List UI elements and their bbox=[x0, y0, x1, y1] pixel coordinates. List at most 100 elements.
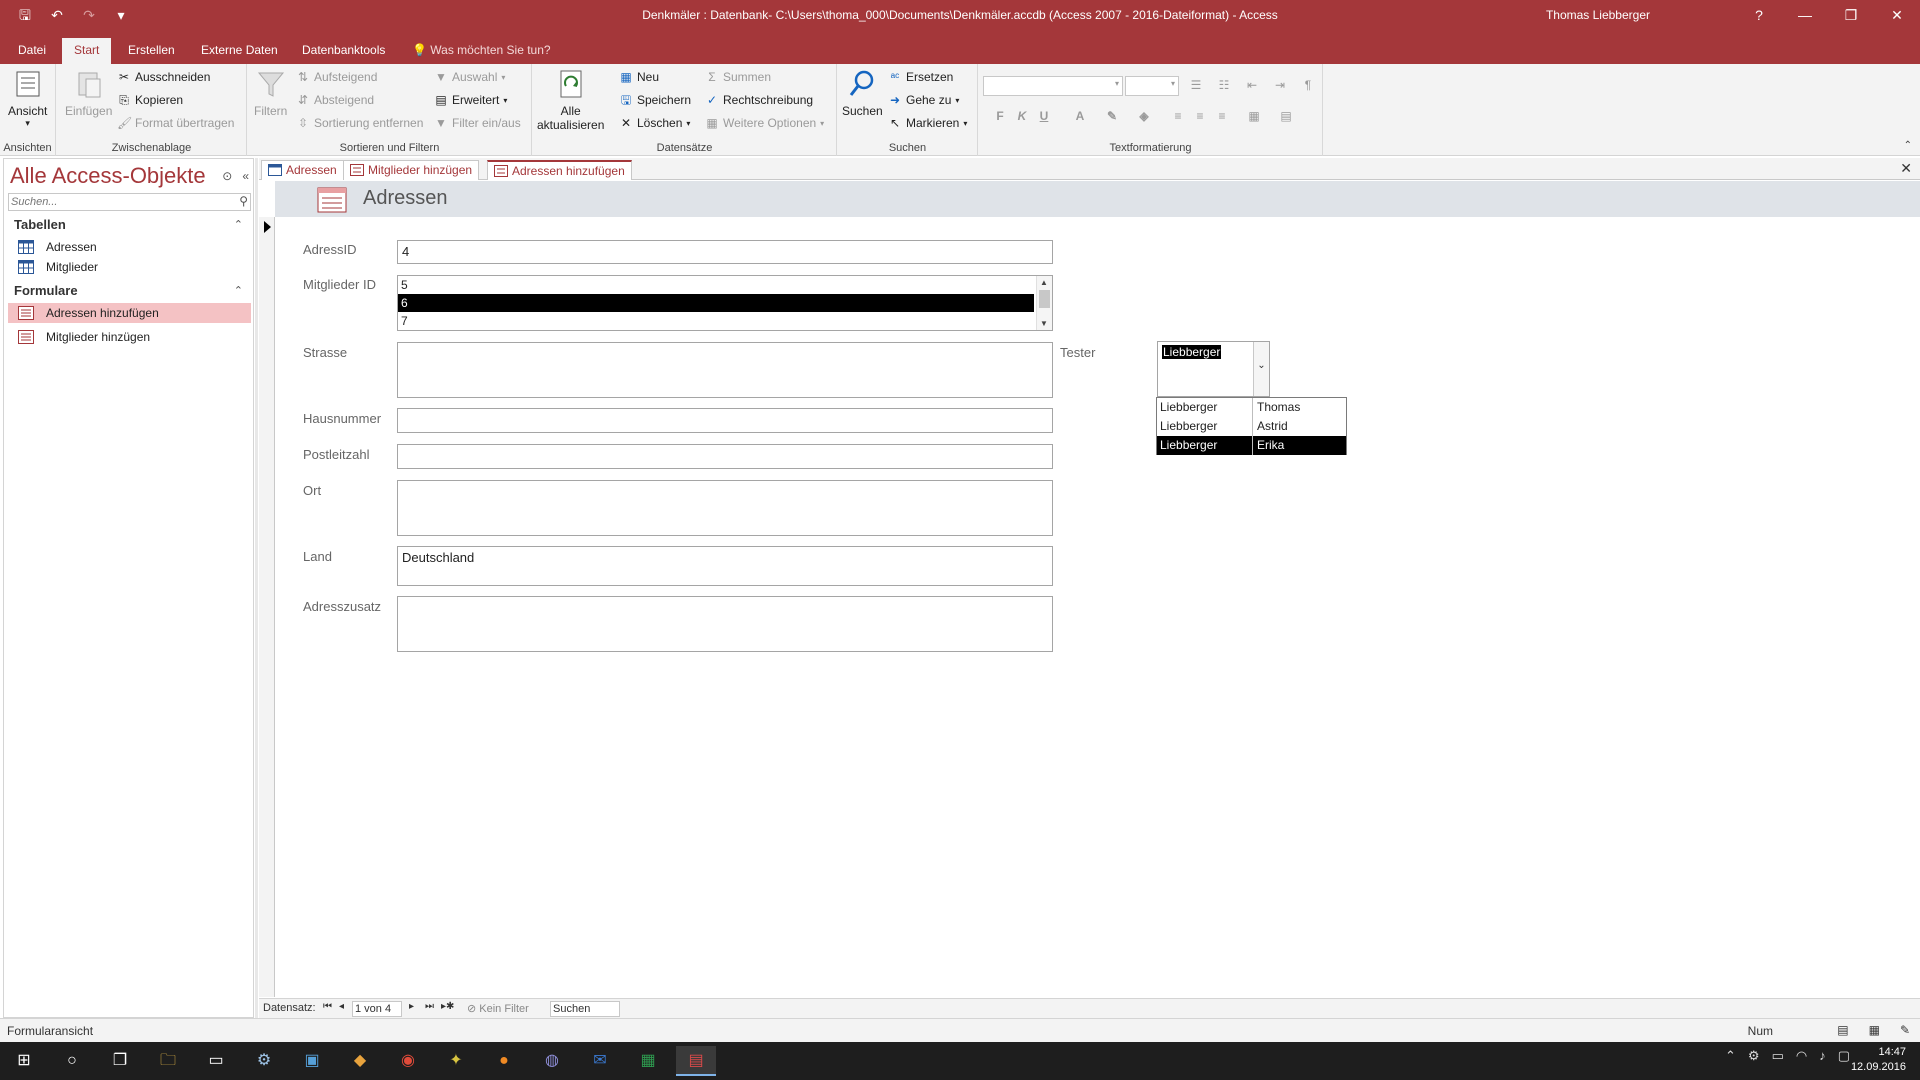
nav-group-formulare[interactable]: Formulare ⌃ bbox=[8, 281, 251, 301]
list-option[interactable]: 5 bbox=[398, 276, 1034, 294]
numbering-icon[interactable]: ☷ bbox=[1217, 78, 1231, 92]
tell-me-box[interactable]: 💡 Was möchten Sie tun? bbox=[412, 38, 551, 64]
highlight-icon[interactable]: ✎ bbox=[1105, 109, 1119, 123]
ort-field[interactable] bbox=[397, 480, 1053, 536]
selection-button[interactable]: ▼ Auswahl ▾ bbox=[434, 70, 505, 84]
tab-start[interactable]: Start bbox=[62, 38, 112, 64]
nav-collapse-icon[interactable]: « bbox=[242, 169, 249, 183]
access-icon[interactable]: ▤ bbox=[676, 1046, 716, 1076]
adresszusatz-field[interactable] bbox=[397, 596, 1053, 652]
bold-button[interactable]: F bbox=[993, 109, 1007, 123]
tab-datenbanktools[interactable]: Datenbanktools bbox=[290, 38, 397, 64]
adressid-field[interactable]: 4 bbox=[397, 240, 1053, 264]
scroll-down-icon[interactable]: ▼ bbox=[1040, 319, 1048, 328]
wifi-icon[interactable]: ◠ bbox=[1796, 1048, 1807, 1064]
scroll-up-icon[interactable]: ▲ bbox=[1040, 278, 1048, 287]
new-record-button[interactable]: ▦ Neu bbox=[619, 70, 659, 84]
previous-record-icon[interactable]: ◂ bbox=[339, 1001, 344, 1012]
mitglieder-id-listbox[interactable]: 5 6 7 ▲ ▼ bbox=[397, 275, 1053, 331]
scroll-thumb[interactable] bbox=[1039, 290, 1050, 308]
copy-button[interactable]: ⎘ Kopieren bbox=[117, 93, 183, 107]
cut-button[interactable]: ✂ Ausschneiden bbox=[117, 70, 210, 84]
listbox-scrollbar[interactable]: ▲ ▼ bbox=[1036, 276, 1052, 330]
tester-option[interactable]: Liebberger Thomas bbox=[1157, 398, 1346, 417]
remove-sort-button[interactable]: ⇳ Sortierung entfernen bbox=[296, 116, 423, 130]
postleitzahl-field[interactable] bbox=[397, 444, 1053, 469]
doc-tab-adressen[interactable]: Adressen bbox=[261, 160, 344, 180]
strasse-field[interactable] bbox=[397, 342, 1053, 398]
filter-button[interactable]: Filtern bbox=[254, 68, 287, 118]
nav-item-adressen-table[interactable]: Adressen bbox=[8, 237, 251, 257]
record-selector[interactable] bbox=[259, 217, 275, 997]
tab-externe-daten[interactable]: Externe Daten bbox=[189, 38, 290, 64]
nav-splitter[interactable] bbox=[255, 158, 258, 1018]
paste-button[interactable]: Einfügen bbox=[65, 68, 112, 118]
delete-record-button[interactable]: ✕ Löschen ▾ bbox=[619, 116, 690, 130]
paragraph-direction-icon[interactable]: ¶ bbox=[1301, 78, 1315, 92]
tray-expand-icon[interactable]: ⌃ bbox=[1725, 1048, 1736, 1064]
layout-view-icon[interactable]: ▦ bbox=[1869, 1023, 1880, 1037]
tester-value[interactable]: Liebberger bbox=[1162, 345, 1222, 359]
app-icon[interactable]: ▣ bbox=[292, 1046, 332, 1076]
alternate-row-color-icon[interactable]: ▦ bbox=[1247, 109, 1261, 123]
find-button[interactable]: Suchen bbox=[842, 68, 883, 118]
list-option-selected[interactable]: 6 bbox=[398, 294, 1034, 312]
tester-option[interactable]: Liebberger Astrid bbox=[1157, 417, 1346, 436]
tester-option-selected[interactable]: Liebberger Erika bbox=[1157, 436, 1346, 455]
totals-button[interactable]: Σ Summen bbox=[705, 70, 771, 84]
sort-ascending-button[interactable]: ⇅ Aufsteigend bbox=[296, 70, 377, 84]
toggle-filter-button[interactable]: ▼ Filter ein/aus bbox=[434, 116, 521, 130]
tab-erstellen[interactable]: Erstellen bbox=[116, 38, 187, 64]
format-painter-button[interactable]: 🖌 Format übertragen bbox=[117, 116, 234, 130]
app-icon[interactable]: ● bbox=[484, 1046, 524, 1076]
nav-menu-icon[interactable]: ⊙ bbox=[222, 169, 232, 183]
battery-icon[interactable]: ▭ bbox=[1772, 1048, 1784, 1064]
align-center-icon[interactable]: ≡ bbox=[1193, 109, 1207, 123]
help-button[interactable]: ? bbox=[1736, 0, 1782, 32]
nav-item-mitglieder-hinzuegen[interactable]: Mitglieder hinzügen bbox=[8, 327, 251, 347]
no-filter-button[interactable]: ⊘ Kein Filter bbox=[467, 1002, 529, 1015]
app-icon[interactable]: ✦ bbox=[436, 1046, 476, 1076]
indent-decrease-icon[interactable]: ⇤ bbox=[1245, 78, 1259, 92]
tester-combobox[interactable]: Liebberger ⌄ bbox=[1157, 341, 1270, 397]
underline-button[interactable]: U bbox=[1037, 109, 1051, 123]
first-record-icon[interactable]: ⏮ bbox=[323, 1001, 332, 1012]
hausnummer-field[interactable] bbox=[397, 408, 1053, 433]
outlook-icon[interactable]: ✉ bbox=[580, 1046, 620, 1076]
select-button[interactable]: ↖ Markieren ▾ bbox=[888, 116, 967, 130]
doc-tab-mitglieder-hinzuegen[interactable]: Mitglieder hinzügen bbox=[343, 160, 480, 180]
task-view-icon[interactable]: ❐ bbox=[100, 1046, 140, 1076]
gridlines-icon[interactable]: ▤ bbox=[1279, 109, 1293, 123]
terminal-icon[interactable]: ▭ bbox=[196, 1046, 236, 1076]
last-record-icon[interactable]: ⏭ bbox=[425, 1001, 434, 1012]
doc-tab-adressen-hinzufuegen[interactable]: Adressen hinzufügen bbox=[487, 160, 632, 180]
nav-item-adressen-hinzufuegen[interactable]: Adressen hinzufügen bbox=[8, 303, 251, 323]
fill-color-icon[interactable]: ◈ bbox=[1137, 109, 1151, 123]
font-name-dropdown[interactable]: ▾ bbox=[983, 76, 1123, 96]
bullets-icon[interactable]: ☰ bbox=[1189, 78, 1203, 92]
advanced-button[interactable]: ▤ Erweitert ▾ bbox=[434, 93, 507, 107]
design-view-icon[interactable]: ✎ bbox=[1900, 1023, 1910, 1037]
more-options-button[interactable]: ▦ Weitere Optionen ▾ bbox=[705, 116, 824, 130]
chevron-down-icon[interactable]: ⌄ bbox=[1253, 342, 1269, 396]
app-icon[interactable]: ◍ bbox=[532, 1046, 572, 1076]
windows-start-icon[interactable]: ⊞ bbox=[4, 1046, 44, 1076]
close-button[interactable]: ✕ bbox=[1874, 0, 1920, 32]
clock[interactable]: 14:47 12.09.2016 bbox=[1846, 1045, 1906, 1075]
indent-increase-icon[interactable]: ⇥ bbox=[1273, 78, 1287, 92]
land-field[interactable]: Deutschland bbox=[397, 546, 1053, 586]
font-size-dropdown[interactable]: ▾ bbox=[1125, 76, 1179, 96]
form-view-icon[interactable]: ▤ bbox=[1837, 1023, 1848, 1037]
cortana-icon[interactable]: ○ bbox=[52, 1046, 92, 1076]
replace-button[interactable]: ᵃᶜ Ersetzen bbox=[888, 70, 954, 84]
record-search-input[interactable]: Suchen bbox=[550, 1001, 620, 1017]
user-name[interactable]: Thomas Liebberger bbox=[1546, 8, 1650, 22]
minimize-button[interactable]: — bbox=[1782, 0, 1828, 32]
volume-icon[interactable]: ♪ bbox=[1819, 1048, 1826, 1064]
spelling-button[interactable]: ✓ Rechtschreibung bbox=[705, 93, 813, 107]
search-icon[interactable]: ⚲ bbox=[239, 194, 248, 208]
list-option[interactable]: 7 bbox=[398, 312, 1034, 330]
collapse-ribbon-icon[interactable]: ⌃ bbox=[1904, 140, 1912, 151]
align-right-icon[interactable]: ≡ bbox=[1215, 109, 1229, 123]
steam-icon[interactable]: ⚙ bbox=[244, 1046, 284, 1076]
